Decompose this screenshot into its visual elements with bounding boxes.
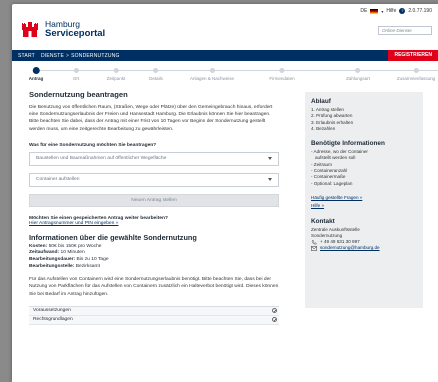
- step-firmendaten: Firmendaten: [269, 66, 295, 81]
- step-label: Zusammenfassung: [396, 76, 436, 81]
- info-row-office: Bearbeitungsstelle: Bezirksamt: [29, 264, 279, 271]
- step-dot: [73, 68, 79, 73]
- step-label: Zahlungsart: [346, 76, 370, 81]
- mail-icon: [311, 246, 317, 251]
- accordion-label: Rechtsgrundlagen: [33, 317, 73, 323]
- breadcrumb-separator: >: [66, 52, 70, 59]
- info-key: Bearbeitungsstelle:: [29, 263, 75, 269]
- usage-question: Was für eine Sondernutzung möchten Sie b…: [29, 142, 157, 148]
- accordion-item-rechtsgrundlagen[interactable]: Rechtsgrundlagen: [29, 315, 279, 325]
- contact-email[interactable]: sondernutzung@hamburg.de: [311, 245, 417, 251]
- page-title: Sondernutzung beantragen: [29, 90, 128, 99]
- accordion-item-voraussetzungen[interactable]: Voraussetzungen: [29, 306, 279, 316]
- info-key: Kosten:: [29, 243, 48, 249]
- step-label: Anlagen & Nachweise: [189, 76, 235, 81]
- nav-item-start[interactable]: START: [18, 53, 35, 59]
- step-dot: [209, 68, 215, 73]
- step-antrag[interactable]: Antrag: [28, 66, 44, 81]
- step-dot: [153, 68, 159, 73]
- step-label: Firmendaten: [269, 76, 295, 81]
- step-details: Details: [149, 66, 163, 81]
- main-navigation: START DIENSTE > SONDERNUTZUNG REGISTRIER…: [12, 50, 438, 61]
- accordion-label: Voraussetzungen: [33, 308, 71, 314]
- expand-icon: [272, 308, 277, 314]
- info-value: Bezirksamt: [74, 263, 100, 269]
- help-link[interactable]: Hilfe: [386, 8, 396, 14]
- step-label: Ort: [72, 76, 80, 81]
- chevron-down-icon: [268, 157, 272, 161]
- email-link[interactable]: sondernutzung@hamburg.de: [320, 245, 380, 251]
- needed-title: Benötigte Informationen: [311, 140, 385, 148]
- info-sidebar: Ablauf 1. Antrag stellen 2. Prüfung abwa…: [305, 92, 423, 308]
- select-value: Baustellen und Baumaßnahmen auf öffentli…: [36, 156, 167, 162]
- phone-icon: [311, 240, 317, 245]
- stepper-line: [34, 70, 438, 71]
- new-request-button[interactable]: Neuen Antrag stellen: [29, 193, 279, 207]
- nav-item-dienste[interactable]: DIENSTE: [41, 53, 64, 59]
- step-zahlungsart: Zahlungsart: [346, 66, 370, 81]
- info-value: 50€ bis 150€ pro Woche: [47, 243, 102, 249]
- flow-title: Ablauf: [311, 98, 331, 105]
- info-value: Bis zu 10 Tage: [75, 257, 109, 262]
- step-dot: [32, 67, 40, 74]
- usage-type-select[interactable]: Container aufstellen: [29, 172, 279, 187]
- register-button[interactable]: REGISTRIEREN: [388, 50, 438, 61]
- step-zeitpunkt: Zeitpunkt: [106, 66, 126, 81]
- info-row-time: Zeitaufwand: 10 Minuten: [29, 250, 279, 257]
- flow-step: 4. Bezahlen: [311, 125, 336, 131]
- step-dot: [113, 68, 119, 73]
- info-row-duration: Bearbeitungsdauer: Bis zu 10 Tage: [29, 257, 279, 264]
- chevron-down-icon: [268, 178, 272, 182]
- faq-link[interactable]: Häufig gestellte Fragen »: [311, 195, 417, 201]
- version-label: 2.0.77.190: [408, 8, 432, 14]
- language-selector[interactable]: DE: [360, 8, 367, 14]
- info-key: Bearbeitungsdauer:: [29, 257, 76, 262]
- needed-item: - Optional: Lageplan: [311, 180, 353, 186]
- info-value: 10 Minuten: [59, 250, 85, 256]
- brand-line-2: Serviceportal: [45, 27, 106, 39]
- step-label: Zeitpunkt: [106, 76, 126, 81]
- step-anlagen: Anlagen & Nachweise: [190, 66, 234, 81]
- intro-text: Die Benutzung von öffentlichen Raum, (St…: [29, 105, 273, 132]
- brand-logo[interactable]: Hamburg Serviceportal: [20, 19, 105, 39]
- step-zusammenfassung: Zusammenfassung: [397, 66, 435, 81]
- german-flag-icon[interactable]: [370, 8, 379, 14]
- saved-request-link[interactable]: Hier Antragsnummer und PIN eingeben »: [29, 221, 279, 226]
- step-label: Details: [149, 76, 163, 81]
- info-key: Zeitaufwand:: [29, 250, 60, 256]
- help-link[interactable]: Hilfe »: [311, 203, 417, 209]
- step-dot: [355, 68, 361, 73]
- container-info-text: Für das Aufstellen von Containern wird e…: [29, 277, 279, 297]
- accordion: Voraussetzungen Rechtsgrundlagen: [29, 305, 279, 325]
- step-ort: Ort: [73, 66, 79, 81]
- utility-bar: DE ▾ Hilfe ? 2.0.77.190: [360, 8, 432, 14]
- main-content: Sondernutzung beantragen Die Benutzung v…: [29, 90, 279, 325]
- usage-category-select[interactable]: Baustellen und Baumaßnahmen auf öffentli…: [29, 151, 279, 166]
- contact-title: Kontakt: [311, 217, 335, 225]
- step-label: Antrag: [28, 76, 44, 81]
- help-icon[interactable]: ?: [399, 8, 406, 14]
- progress-stepper: Antrag Ort Zeitpunkt Details Anlagen & N…: [28, 66, 438, 84]
- select-value: Container aufstellen: [36, 177, 80, 183]
- brand-wordmark: Hamburg Serviceportal: [45, 20, 105, 38]
- browser-page: DE ▾ Hilfe ? 2.0.77.190 Online-Dienste H…: [12, 4, 438, 382]
- step-dot: [413, 68, 419, 73]
- nav-item-sondernutzung[interactable]: SONDERNUTZUNG: [71, 53, 119, 59]
- hamburg-castle-icon: [20, 19, 40, 39]
- info-title: Informationen über die gewählte Sondernu…: [29, 232, 197, 242]
- expand-icon: [272, 317, 277, 323]
- step-dot: [279, 68, 285, 73]
- chevron-down-icon[interactable]: ▾: [381, 9, 383, 14]
- search-input[interactable]: Online-Dienste: [378, 26, 432, 35]
